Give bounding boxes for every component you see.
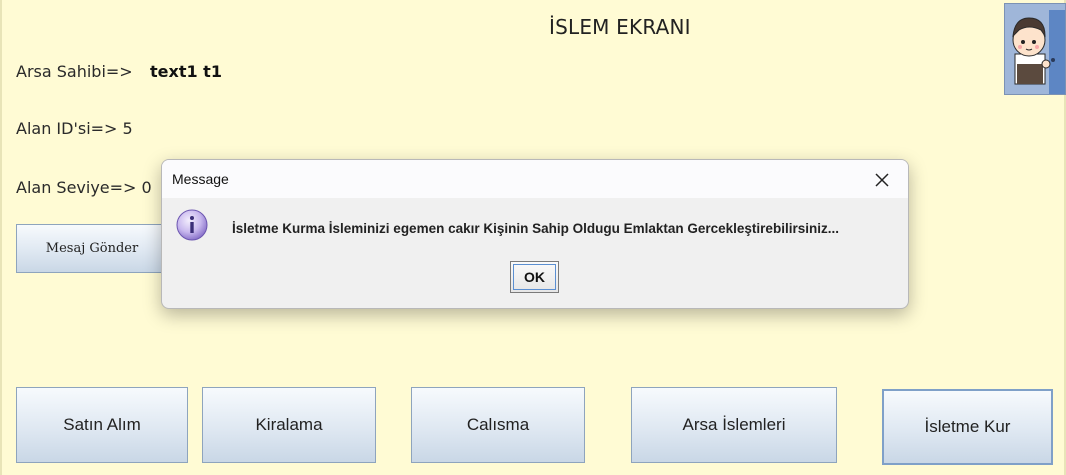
main-window: İSLEM EKRANI Arsa Sahibi=> text1 t1 Alan… — [0, 0, 1066, 475]
owner-value: text1 t1 — [150, 62, 222, 81]
person-at-door-icon[interactable] — [1004, 3, 1066, 95]
work-button[interactable]: Calısma — [411, 387, 585, 463]
send-message-button[interactable]: Mesaj Gönder — [16, 224, 168, 273]
ok-button[interactable]: OK — [510, 261, 559, 293]
dialog-message: İsletme Kurma İsleminizi egemen cakır Ki… — [232, 221, 839, 236]
area-level-label: Alan Seviye=> 0 — [16, 178, 152, 197]
buy-button[interactable]: Satın Alım — [16, 387, 188, 463]
close-icon[interactable] — [866, 167, 898, 193]
start-business-button[interactable]: İsletme Kur — [882, 389, 1053, 465]
info-icon — [175, 208, 209, 242]
owner-label: Arsa Sahibi=> — [16, 62, 133, 81]
land-operations-button[interactable]: Arsa İslemleri — [631, 387, 837, 463]
dialog-titlebar[interactable]: Message — [162, 160, 908, 198]
page-title: İSLEM EKRANI — [549, 15, 691, 39]
message-dialog: Message İsletme Kurma İsleminizi egemen … — [161, 159, 909, 309]
area-id-label: Alan ID'si=> 5 — [16, 119, 133, 138]
rent-button[interactable]: Kiralama — [202, 387, 376, 463]
dialog-title: Message — [172, 171, 229, 187]
